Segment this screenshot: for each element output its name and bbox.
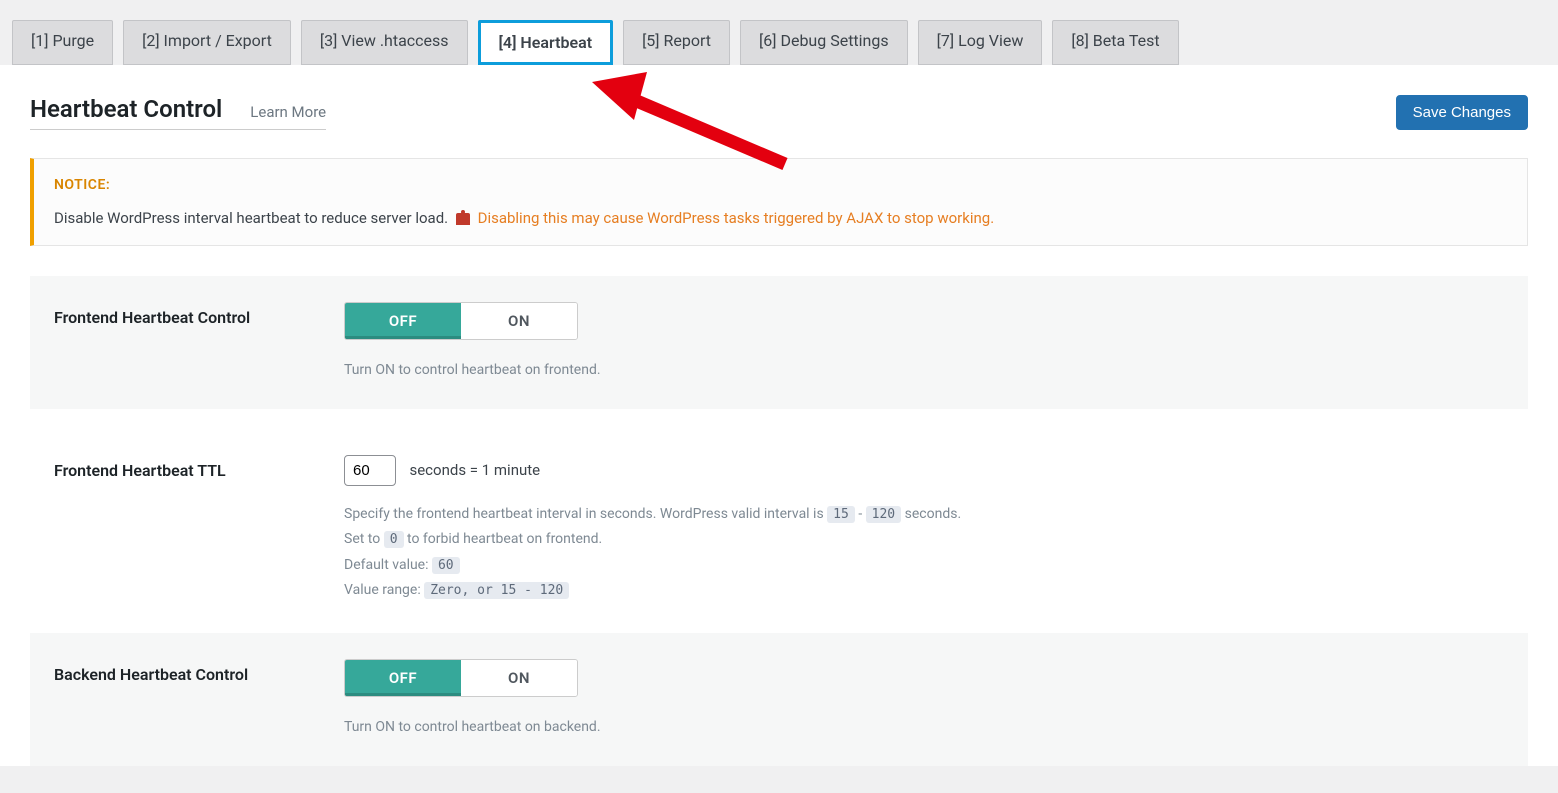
tab-purge[interactable]: [1] Purge bbox=[12, 20, 113, 65]
alarm-icon bbox=[456, 213, 470, 225]
notice-text-warn: Disabling this may cause WordPress tasks… bbox=[478, 209, 995, 227]
setting-control-frontend: OFF ON Turn ON to control heartbeat on f… bbox=[344, 302, 1504, 383]
tab-debug-settings[interactable]: [6] Debug Settings bbox=[740, 20, 908, 65]
ttl-desc-2a: Set to bbox=[344, 531, 384, 547]
learn-more-link[interactable]: Learn More bbox=[250, 103, 326, 121]
notice-text-plain: Disable WordPress interval heartbeat to … bbox=[54, 209, 452, 227]
setting-label-frontend-control: Frontend Heartbeat Control bbox=[54, 302, 284, 327]
page-title: Heartbeat Control bbox=[30, 95, 222, 123]
ttl-max-chip: 120 bbox=[866, 506, 901, 523]
setting-control-backend: OFF ON Turn ON to control heartbeat on b… bbox=[344, 659, 1504, 740]
setting-label-backend-control: Backend Heartbeat Control bbox=[54, 659, 284, 684]
notice-body: Disable WordPress interval heartbeat to … bbox=[54, 209, 1507, 227]
ttl-unit-label: seconds = 1 minute bbox=[409, 461, 540, 479]
setting-label-frontend-ttl: Frontend Heartbeat TTL bbox=[54, 455, 284, 480]
ttl-desc-1b: seconds. bbox=[905, 506, 962, 522]
ttl-min-chip: 15 bbox=[827, 506, 855, 523]
toggle-on[interactable]: ON bbox=[461, 303, 577, 339]
toggle-on-backend[interactable]: ON bbox=[461, 660, 577, 696]
tab-beta-test[interactable]: [8] Beta Test bbox=[1052, 20, 1178, 65]
setting-control-ttl: seconds = 1 minute Specify the frontend … bbox=[344, 455, 1504, 603]
setting-desc-frontend: Turn ON to control heartbeat on frontend… bbox=[344, 358, 1504, 383]
tab-heartbeat[interactable]: [4] Heartbeat bbox=[478, 20, 614, 65]
content-panel: Heartbeat Control Learn More Save Change… bbox=[0, 65, 1558, 766]
header-row: Heartbeat Control Learn More Save Change… bbox=[30, 95, 1528, 130]
setting-desc-backend: Turn ON to control heartbeat on backend. bbox=[344, 715, 1504, 740]
toggle-backend-control[interactable]: OFF ON bbox=[344, 659, 578, 697]
setting-frontend-control: Frontend Heartbeat Control OFF ON Turn O… bbox=[30, 276, 1528, 409]
tab-bar: [1] Purge [2] Import / Export [3] View .… bbox=[0, 0, 1558, 65]
notice-box: NOTICE: Disable WordPress interval heart… bbox=[30, 158, 1528, 246]
ttl-desc-1a: Specify the frontend heartbeat interval … bbox=[344, 506, 827, 522]
ttl-desc-2b: to forbid heartbeat on frontend. bbox=[407, 531, 602, 547]
ttl-sep: - bbox=[858, 506, 865, 522]
tab-import-export[interactable]: [2] Import / Export bbox=[123, 20, 291, 65]
save-changes-button[interactable]: Save Changes bbox=[1396, 95, 1528, 130]
tab-log-view[interactable]: [7] Log View bbox=[918, 20, 1043, 65]
ttl-default-chip: 60 bbox=[432, 557, 460, 574]
tab-report[interactable]: [5] Report bbox=[623, 20, 730, 65]
frontend-ttl-input[interactable] bbox=[344, 455, 396, 486]
page-root: [1] Purge [2] Import / Export [3] View .… bbox=[0, 0, 1558, 766]
ttl-desc-3a: Default value: bbox=[344, 557, 432, 573]
ttl-desc: Specify the frontend heartbeat interval … bbox=[344, 502, 1504, 603]
ttl-range-chip: Zero, or 15 - 120 bbox=[424, 582, 569, 599]
setting-backend-control: Backend Heartbeat Control OFF ON Turn ON… bbox=[30, 633, 1528, 766]
toggle-off[interactable]: OFF bbox=[345, 303, 461, 339]
title-wrap: Heartbeat Control Learn More bbox=[30, 95, 326, 130]
notice-label: NOTICE: bbox=[54, 177, 1507, 193]
ttl-desc-4a: Value range: bbox=[344, 582, 424, 598]
tab-view-htaccess[interactable]: [3] View .htaccess bbox=[301, 20, 468, 65]
setting-frontend-ttl: Frontend Heartbeat TTL seconds = 1 minut… bbox=[30, 429, 1528, 613]
toggle-off-backend[interactable]: OFF bbox=[345, 660, 461, 696]
toggle-frontend-control[interactable]: OFF ON bbox=[344, 302, 578, 340]
ttl-zero-chip: 0 bbox=[384, 531, 404, 548]
